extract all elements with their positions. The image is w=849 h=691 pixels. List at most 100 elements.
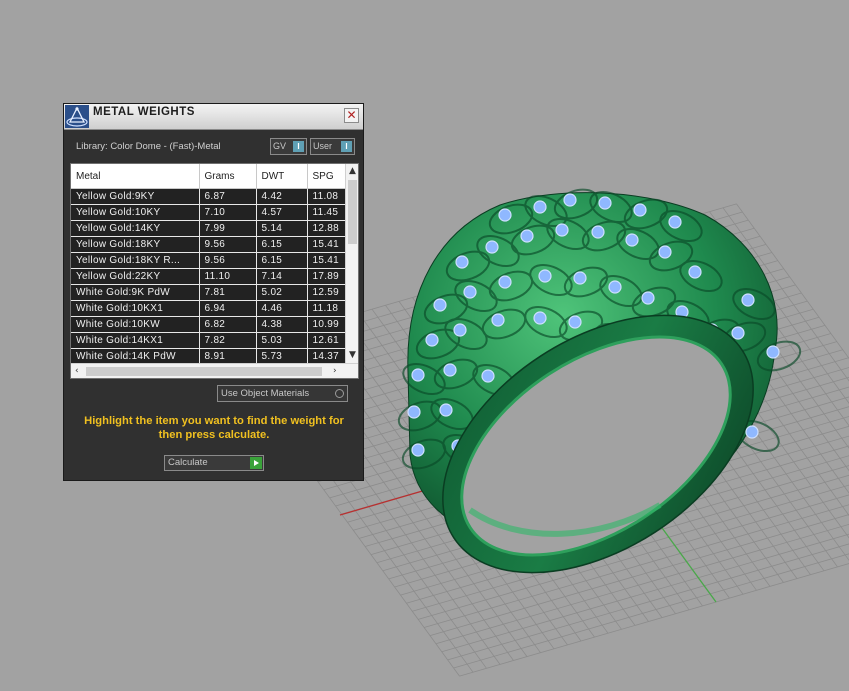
- dwt-cell: 6.15: [256, 252, 308, 269]
- table-row[interactable]: Yellow Gold:9KY 6.87 4.42 11.08: [71, 188, 346, 205]
- column-header-metal[interactable]: Metal: [71, 164, 200, 189]
- gem: [433, 298, 447, 312]
- gem: [641, 291, 655, 305]
- metal-cell: Yellow Gold:18KY: [71, 236, 200, 253]
- metal-cell: Yellow Gold:22KY: [71, 268, 200, 285]
- gem: [453, 323, 467, 337]
- grams-cell: 6.94: [199, 300, 257, 317]
- grams-cell: 9.56: [199, 252, 257, 269]
- metal-weights-panel: METAL WEIGHTS ✕ Library: Color Dome - (F…: [63, 103, 364, 481]
- gem: [498, 275, 512, 289]
- gem: [591, 225, 605, 239]
- spg-cell: 12.88: [307, 220, 346, 237]
- table-header-row: Metal Grams DWT SPG: [71, 164, 346, 189]
- table-row[interactable]: Yellow Gold:14KY 7.99 5.14 12.88: [71, 220, 346, 237]
- metal-cell: Yellow Gold:14KY: [71, 220, 200, 237]
- metal-cell: Yellow Gold:9KY: [71, 188, 200, 205]
- gem: [411, 368, 425, 382]
- calculate-button[interactable]: Calculate: [164, 455, 264, 471]
- gem: [745, 425, 759, 439]
- panel-titlebar[interactable]: METAL WEIGHTS ✕: [64, 104, 363, 130]
- gem: [688, 265, 702, 279]
- gem: [741, 293, 755, 307]
- user-label: User: [313, 141, 333, 151]
- gv-toggle[interactable]: GV I: [270, 138, 307, 155]
- gem: [407, 405, 421, 419]
- vertical-scroll-thumb[interactable]: [348, 180, 357, 244]
- table-row[interactable]: White Gold:10KW 6.82 4.38 10.99: [71, 316, 346, 333]
- scroll-up-icon[interactable]: ▲: [349, 166, 356, 176]
- play-icon: [250, 457, 262, 469]
- instruction-text: Highlight the item you want to find the …: [84, 415, 344, 441]
- column-header-dwt[interactable]: DWT: [256, 164, 308, 189]
- spg-cell: 17.89: [307, 268, 346, 285]
- grams-cell: 11.10: [199, 268, 257, 285]
- table-row[interactable]: Yellow Gold:18KY 9.56 6.15 15.41: [71, 236, 346, 253]
- table-row[interactable]: White Gold:10KX1 6.94 4.46 11.18: [71, 300, 346, 317]
- metal-table[interactable]: Metal Grams DWT SPG Yellow Gold:9KY 6.87 4…: [70, 163, 359, 379]
- gem: [598, 196, 612, 210]
- dwt-cell: 5.14: [256, 220, 308, 237]
- scroll-right-icon[interactable]: ›: [333, 366, 337, 376]
- horizontal-scrollbar[interactable]: ‹ ›: [71, 363, 358, 378]
- spg-cell: 15.41: [307, 236, 346, 253]
- use-object-materials-option[interactable]: Use Object Materials: [217, 385, 348, 402]
- user-switch[interactable]: I: [341, 141, 352, 152]
- gem: [568, 315, 582, 329]
- use-object-materials-radio[interactable]: [335, 389, 344, 398]
- gem: [520, 229, 534, 243]
- dwt-cell: 4.46: [256, 300, 308, 317]
- use-object-materials-label: Use Object Materials: [221, 388, 310, 399]
- horizontal-scroll-thumb[interactable]: [86, 367, 322, 376]
- column-header-grams[interactable]: Grams: [199, 164, 257, 189]
- spg-cell: 11.08: [307, 188, 346, 205]
- scroll-down-icon[interactable]: ▼: [349, 350, 356, 360]
- gem: [668, 215, 682, 229]
- gem: [573, 271, 587, 285]
- gem: [538, 269, 552, 283]
- metal-cell: White Gold:10KX1: [71, 300, 200, 317]
- spg-cell: 10.99: [307, 316, 346, 333]
- gem: [443, 363, 457, 377]
- column-header-spg[interactable]: SPG: [307, 164, 346, 189]
- gv-switch[interactable]: I: [293, 141, 304, 152]
- table-row[interactable]: Yellow Gold:22KY 11.10 7.14 17.89: [71, 268, 346, 285]
- grams-cell: 6.82: [199, 316, 257, 333]
- dwt-cell: 6.15: [256, 236, 308, 253]
- spg-cell: 15.41: [307, 252, 346, 269]
- gem: [731, 326, 745, 340]
- dwt-cell: 4.57: [256, 204, 308, 221]
- app-logo-icon: [65, 105, 89, 128]
- gem: [533, 311, 547, 325]
- spg-cell: 12.59: [307, 284, 346, 301]
- calculate-label: Calculate: [168, 457, 208, 468]
- gem: [439, 403, 453, 417]
- grams-cell: 7.81: [199, 284, 257, 301]
- gem: [766, 345, 780, 359]
- gem: [563, 193, 577, 207]
- close-icon[interactable]: ✕: [344, 108, 359, 123]
- spg-cell: 12.61: [307, 332, 346, 349]
- dwt-cell: 5.02: [256, 284, 308, 301]
- panel-title: METAL WEIGHTS: [93, 106, 195, 118]
- scroll-left-icon[interactable]: ‹: [75, 366, 79, 376]
- grams-cell: 9.56: [199, 236, 257, 253]
- table-row[interactable]: White Gold:9K PdW 7.81 5.02 12.59: [71, 284, 346, 301]
- dwt-cell: 4.42: [256, 188, 308, 205]
- gem: [498, 208, 512, 222]
- gem: [533, 200, 547, 214]
- metal-cell: White Gold:10KW: [71, 316, 200, 333]
- gv-label: GV: [273, 141, 287, 151]
- user-toggle[interactable]: User I: [310, 138, 355, 155]
- table-row[interactable]: Yellow Gold:18KY R... 9.56 6.15 15.41: [71, 252, 346, 269]
- metal-cell: Yellow Gold:18KY R...: [71, 252, 200, 269]
- table-row[interactable]: Yellow Gold:10KY 7.10 4.57 11.45: [71, 204, 346, 221]
- vertical-scrollbar[interactable]: ▲ ▼: [345, 164, 358, 363]
- metal-cell: White Gold:9K PdW: [71, 284, 200, 301]
- gem: [455, 255, 469, 269]
- spg-cell: 11.45: [307, 204, 346, 221]
- metal-cell: White Gold:14KX1: [71, 332, 200, 349]
- dwt-cell: 7.14: [256, 268, 308, 285]
- table-row[interactable]: White Gold:14KX1 7.82 5.03 12.61: [71, 332, 346, 349]
- gem: [481, 369, 495, 383]
